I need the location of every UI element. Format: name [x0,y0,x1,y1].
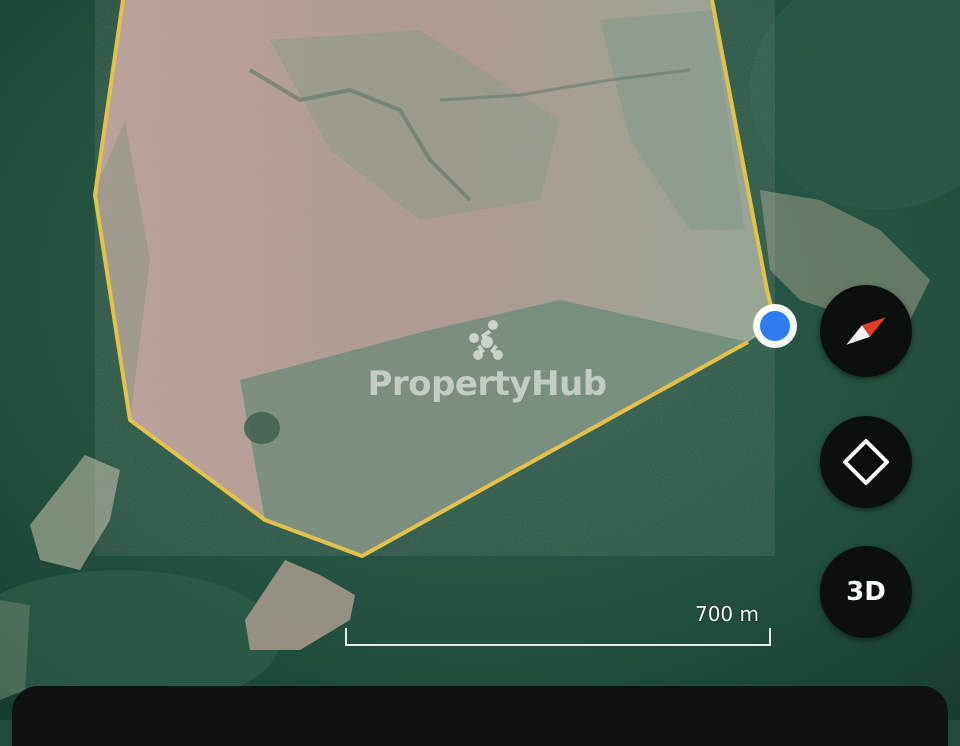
pond [244,412,280,444]
locate-icon [843,439,889,485]
scale-label: 700 m [694,602,759,626]
compass-icon [846,317,886,345]
locate-button[interactable] [820,416,912,508]
compass-button[interactable] [820,285,912,377]
3d-view-button[interactable]: 3D [820,546,912,638]
3d-label: 3D [846,577,886,607]
map-scale: 700 m [345,598,771,648]
location-dot[interactable] [760,311,790,341]
scale-bar [345,628,771,646]
bottom-sheet[interactable] [12,686,948,746]
